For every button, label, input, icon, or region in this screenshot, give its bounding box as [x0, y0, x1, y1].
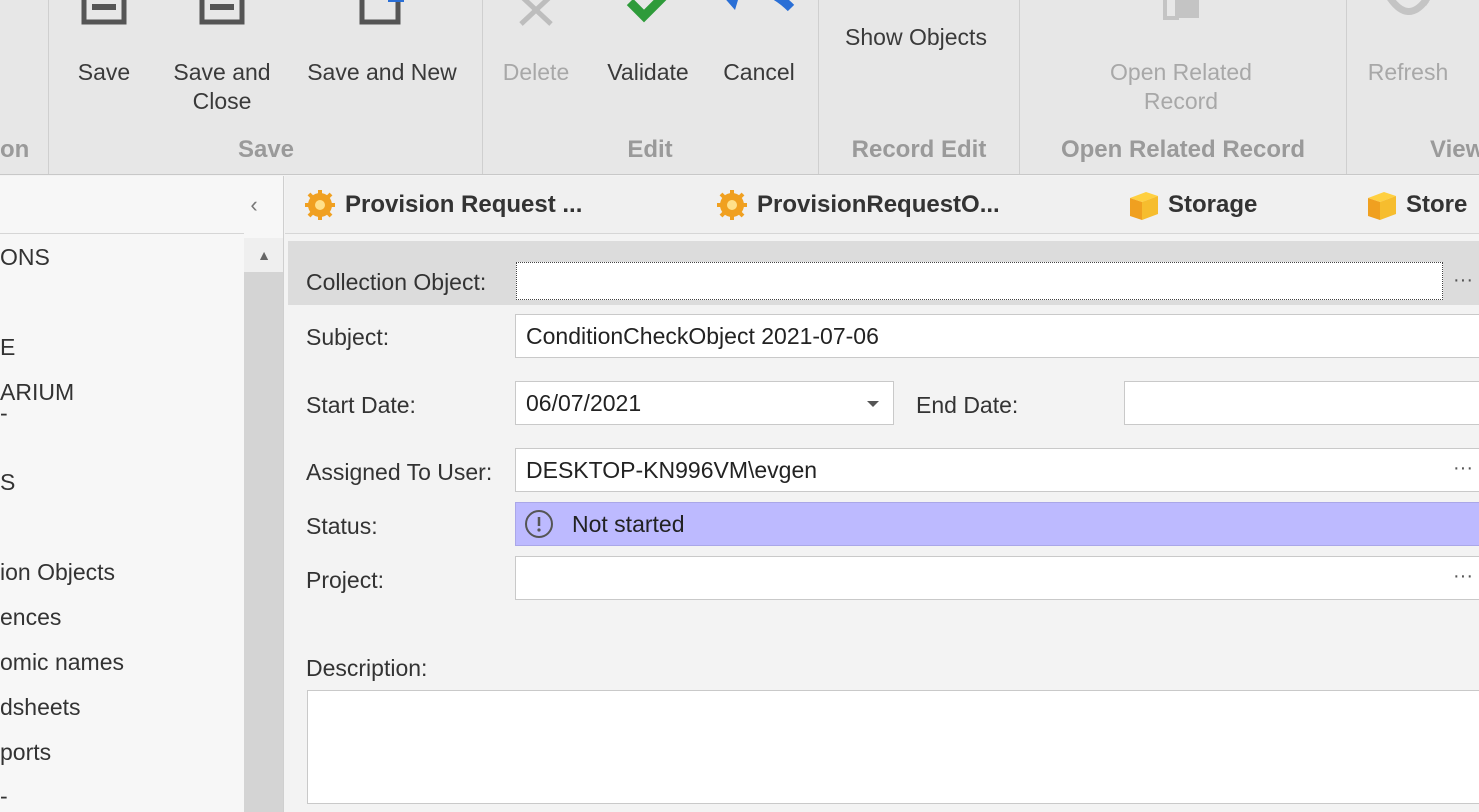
save-close-label-1: Save and	[173, 59, 271, 85]
collapse-panel-button[interactable]: ‹	[240, 190, 268, 220]
end-date-field[interactable]	[1124, 381, 1479, 425]
ribbon: on Save Save and Close Save and New Save …	[0, 0, 1479, 175]
open-related-record-button[interactable]: Open Related Record	[1090, 0, 1272, 130]
show-objects-button[interactable]: Show Objects	[830, 0, 1002, 60]
box-icon	[1130, 192, 1158, 220]
status-field[interactable]: Not started	[515, 502, 1479, 546]
delete-button[interactable]: Delete	[494, 0, 578, 130]
validate-button[interactable]: Validate	[598, 0, 698, 130]
assigned-to-user-label: Assigned To User:	[306, 459, 493, 485]
tab-storage[interactable]: Storage	[1128, 186, 1328, 224]
project-browse-button[interactable]: ···	[1445, 556, 1479, 600]
navigation-panel: ‹ ▲ ONS E ARIUM - S ion Objects ences om…	[0, 176, 284, 812]
nav-item[interactable]: omic names	[0, 646, 124, 678]
ribbon-group-label-partial: on	[0, 136, 30, 163]
nav-item[interactable]: -	[0, 402, 8, 425]
nav-item[interactable]: -	[0, 780, 8, 812]
cancel-button[interactable]: Cancel	[716, 0, 802, 130]
gear-icon	[717, 190, 747, 220]
tab-provision-request-object[interactable]: ProvisionRequestO...	[717, 186, 1077, 224]
nav-item[interactable]: S	[0, 466, 15, 498]
nav-item[interactable]: ports	[0, 736, 51, 768]
navigation-scrollbar[interactable]: ▲	[244, 238, 283, 812]
assigned-user-browse-button[interactable]: ···	[1445, 448, 1479, 492]
nav-item[interactable]: ONS	[0, 241, 50, 273]
ribbon-group-record-edit: Record Edit	[851, 136, 987, 163]
assigned-to-user-field[interactable]: DESKTOP-KN996VM\evgen	[515, 448, 1479, 492]
status-value: Not started	[572, 511, 685, 537]
open-related-label-2: Record	[1143, 88, 1219, 114]
status-label: Status:	[306, 513, 378, 539]
ribbon-group-save: Save	[237, 136, 295, 163]
ribbon-divider	[1346, 0, 1347, 174]
scroll-up-icon[interactable]: ▲	[244, 238, 283, 272]
start-date-value: 06/07/2021	[526, 390, 642, 416]
chevron-down-icon[interactable]	[853, 382, 893, 424]
project-field[interactable]	[515, 556, 1479, 600]
project-label: Project:	[306, 567, 384, 593]
save-and-new-button[interactable]: Save and New	[298, 0, 466, 130]
checkmark-icon	[626, 0, 667, 23]
description-textarea[interactable]	[307, 690, 1479, 804]
nav-item[interactable]: dsheets	[0, 691, 81, 723]
ribbon-divider	[48, 0, 49, 174]
save-button[interactable]: Save	[70, 0, 138, 130]
box-icon	[1368, 192, 1396, 220]
ribbon-group-open-related: Open Related Record	[1060, 136, 1306, 163]
save-close-label-2: Close	[192, 88, 252, 114]
start-date-field[interactable]: 06/07/2021	[515, 381, 894, 425]
scrollbar-thumb[interactable]	[244, 272, 283, 812]
ribbon-group-view: View	[1430, 136, 1479, 163]
document-tabs: Provision Request ... ProvisionRequestO.…	[285, 176, 1479, 234]
nav-item[interactable]: ion Objects	[0, 556, 115, 588]
ribbon-group-edit: Edit	[627, 136, 673, 163]
refresh-icon	[1387, 0, 1430, 15]
description-label: Description:	[306, 655, 428, 681]
save-new-icon	[359, 0, 404, 25]
undo-arrow-icon	[726, 0, 795, 12]
detail-form: Collection Object: ··· Subject: Conditio…	[285, 235, 1479, 812]
save-and-close-button[interactable]: Save and Close	[164, 0, 280, 130]
tab-provision-request[interactable]: Provision Request ...	[305, 186, 665, 224]
info-icon	[525, 510, 553, 538]
navigation-header	[0, 176, 244, 234]
subject-field[interactable]: ConditionCheckObject 2021-07-06	[515, 314, 1479, 358]
ribbon-divider	[818, 0, 819, 174]
tab-store[interactable]: Store	[1366, 186, 1479, 224]
collection-object-label: Collection Object:	[306, 269, 487, 295]
delete-icon	[519, 0, 553, 26]
nav-item[interactable]: E	[0, 331, 15, 363]
nav-item[interactable]: ARIUM	[0, 376, 74, 408]
open-related-icon	[1163, 0, 1199, 20]
collection-object-field[interactable]	[516, 262, 1443, 300]
end-date-label: End Date:	[916, 392, 1019, 418]
gear-icon	[305, 190, 335, 220]
collection-object-browse-button[interactable]: ···	[1445, 260, 1479, 304]
ribbon-divider	[1019, 0, 1020, 174]
ribbon-divider	[482, 0, 483, 174]
save-icon	[81, 0, 127, 25]
refresh-button[interactable]: Refresh	[1356, 0, 1460, 130]
open-related-label-1: Open Related	[1110, 59, 1252, 85]
nav-item[interactable]: ences	[0, 601, 61, 633]
subject-label: Subject:	[306, 324, 390, 350]
save-close-icon	[199, 0, 245, 25]
start-date-label: Start Date:	[306, 392, 416, 418]
